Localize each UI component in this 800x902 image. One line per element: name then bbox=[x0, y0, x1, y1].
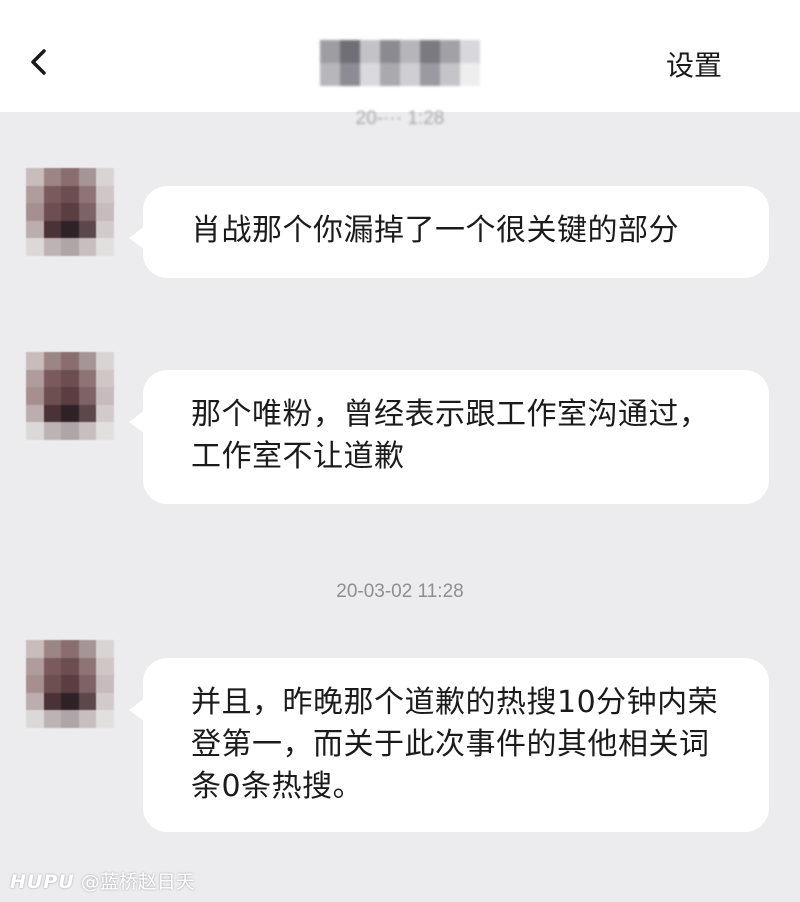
avatar[interactable] bbox=[26, 640, 114, 728]
timestamp-top: 20-··· 1:28 bbox=[355, 108, 445, 129]
message-bubble[interactable]: 并且，昨晚那个道歉的热搜10分钟内荣登第一，而关于此次事件的其他相关词条0条热搜… bbox=[129, 658, 769, 832]
avatar[interactable] bbox=[26, 352, 114, 440]
top-bar: 设置 bbox=[0, 0, 800, 112]
back-button[interactable] bbox=[22, 42, 56, 82]
settings-button[interactable]: 设置 bbox=[666, 44, 722, 84]
contact-name-pixelated bbox=[320, 40, 480, 86]
watermark-brand: HUPU bbox=[10, 871, 75, 893]
chevron-left-icon bbox=[31, 49, 46, 75]
watermark: HUPU @蓝桥赵日天 bbox=[10, 867, 195, 894]
timestamp-divider: 20-03-02 11:28 bbox=[336, 581, 464, 602]
watermark-handle: @蓝桥赵日天 bbox=[80, 871, 195, 893]
avatar[interactable] bbox=[26, 168, 114, 256]
message-bubble[interactable]: 那个唯粉，曾经表示跟工作室沟通过，工作室不让道歉 bbox=[129, 370, 769, 504]
message-bubble[interactable]: 肖战那个你漏掉了一个很关键的部分 bbox=[129, 186, 769, 278]
